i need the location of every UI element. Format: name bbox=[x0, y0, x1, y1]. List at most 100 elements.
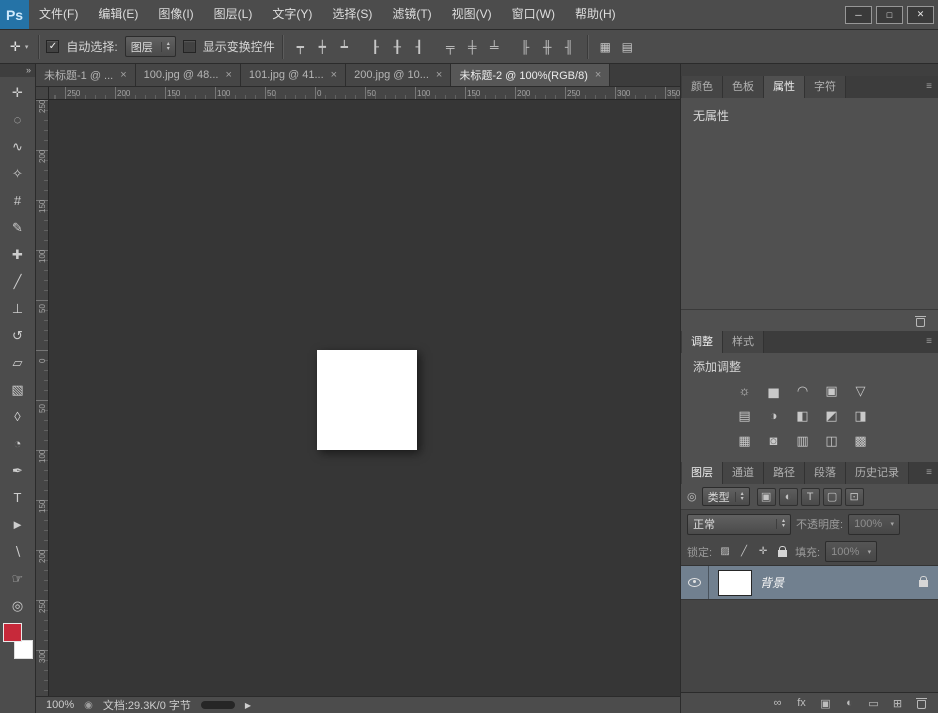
restore-button[interactable]: □ bbox=[876, 6, 903, 24]
fill-dropdown[interactable]: 100% ▾ bbox=[825, 541, 877, 562]
clone-stamp-tool[interactable]: ⊥ bbox=[1, 295, 35, 322]
adjustment-threshold-icon[interactable]: ◫ bbox=[820, 429, 844, 452]
lasso-tool[interactable]: ∿ bbox=[1, 133, 35, 160]
menubar-item-layer[interactable]: 图层(L) bbox=[204, 0, 263, 29]
menubar-item-window[interactable]: 窗口(W) bbox=[502, 0, 565, 29]
zoom-tool[interactable]: ◎ bbox=[1, 592, 35, 619]
magic-wand-tool[interactable]: ✧ bbox=[1, 160, 35, 187]
panel-tab-adjustments[interactable]: 调整 bbox=[682, 331, 723, 353]
distribute-horizontal-centers-icon[interactable]: ╫ bbox=[537, 37, 558, 57]
filter-adjustment-layers-icon[interactable]: ◐ bbox=[779, 488, 798, 506]
lock-image-pixels-icon[interactable]: ╱ bbox=[736, 544, 752, 560]
tab-close-icon[interactable]: × bbox=[120, 69, 126, 81]
gradient-tool[interactable]: ▧ bbox=[1, 376, 35, 403]
dodge-tool[interactable]: ◔ bbox=[1, 430, 35, 457]
close-button[interactable]: ✕ bbox=[907, 6, 934, 24]
adjustment-levels-icon[interactable]: ▅ bbox=[762, 379, 786, 402]
filter-smart-objects-icon[interactable]: ⊡ bbox=[845, 488, 864, 506]
ruler-corner[interactable] bbox=[36, 87, 49, 100]
panel-tab-styles[interactable]: 样式 bbox=[723, 331, 764, 353]
filter-type-layers-icon[interactable]: T bbox=[801, 488, 820, 506]
align-horizontal-centers-icon[interactable]: ╂ bbox=[387, 37, 408, 57]
background-color-swatch[interactable] bbox=[14, 640, 33, 659]
adjustment-gradient-map-icon[interactable]: ▩ bbox=[849, 429, 873, 452]
filter-pixel-layers-icon[interactable]: ▣ bbox=[757, 488, 776, 506]
auto-align-layers-icon[interactable]: ▦ bbox=[595, 37, 616, 57]
align-right-edges-icon[interactable]: ┨ bbox=[409, 37, 430, 57]
layer-thumbnail[interactable] bbox=[718, 570, 752, 596]
adjustment-color-lookup-icon[interactable]: ▦ bbox=[733, 429, 757, 452]
menubar-item-view[interactable]: 视图(V) bbox=[442, 0, 502, 29]
lock-transparent-pixels-icon[interactable]: ▨ bbox=[717, 544, 733, 560]
distribute-bottom-edges-icon[interactable]: ╧ bbox=[484, 37, 505, 57]
filter-shape-layers-icon[interactable]: ▢ bbox=[823, 488, 842, 506]
panel-menu-icon[interactable]: ≡ bbox=[920, 462, 938, 484]
zoom-level[interactable]: 100% bbox=[46, 699, 74, 711]
new-group-icon[interactable]: ▭ bbox=[867, 697, 880, 710]
canvas-area[interactable]: 25020015010050050100150200250300350 2502… bbox=[36, 87, 680, 696]
vertical-ruler[interactable]: 25020015010050050100150200250300 bbox=[36, 100, 49, 696]
menubar-item-help[interactable]: 帮助(H) bbox=[565, 0, 626, 29]
eraser-tool[interactable]: ▱ bbox=[1, 349, 35, 376]
auto-select-target-dropdown[interactable]: 图层 ▴▾ bbox=[125, 36, 176, 57]
status-flyout-icon[interactable]: ▶ bbox=[245, 701, 251, 710]
lock-all-icon[interactable] bbox=[774, 544, 790, 560]
tab-close-icon[interactable]: × bbox=[436, 69, 442, 81]
menubar-item-select[interactable]: 选择(S) bbox=[322, 0, 382, 29]
menubar-item-file[interactable]: 文件(F) bbox=[29, 0, 88, 29]
layer-style-icon[interactable]: fx bbox=[795, 697, 808, 709]
blur-tool[interactable]: ◊ bbox=[1, 403, 35, 430]
panel-tab-color[interactable]: 颜色 bbox=[682, 76, 723, 98]
hand-tool[interactable]: ☞ bbox=[1, 565, 35, 592]
adjustment-vibrance-icon[interactable]: ▽ bbox=[849, 379, 873, 402]
document-canvas[interactable] bbox=[317, 350, 417, 450]
brush-tool[interactable]: ╱ bbox=[1, 268, 35, 295]
menubar-item-type[interactable]: 文字(Y) bbox=[262, 0, 322, 29]
menubar-item-image[interactable]: 图像(I) bbox=[148, 0, 203, 29]
filter-type-dropdown[interactable]: 类型 ▴▾ bbox=[702, 487, 750, 506]
foreground-color-swatch[interactable] bbox=[3, 623, 22, 642]
adjustment-black-white-icon[interactable]: ◧ bbox=[791, 404, 815, 427]
layer-visibility-toggle[interactable] bbox=[681, 566, 709, 599]
line-tool[interactable]: ∖ bbox=[1, 538, 35, 565]
panel-tab-properties[interactable]: 属性 bbox=[764, 76, 805, 98]
menubar-item-edit[interactable]: 编辑(E) bbox=[88, 0, 148, 29]
type-tool[interactable]: T bbox=[1, 484, 35, 511]
move-tool[interactable]: ✛ bbox=[1, 79, 35, 106]
adjustment-channel-mixer-icon[interactable]: ◨ bbox=[849, 404, 873, 427]
panel-menu-icon[interactable]: ≡ bbox=[920, 331, 938, 353]
add-layer-mask-icon[interactable]: ▣ bbox=[819, 697, 832, 710]
document-tab-4[interactable]: 200.jpg @ 10...× bbox=[346, 64, 451, 86]
panel-tab-channels[interactable]: 通道 bbox=[723, 462, 764, 484]
panel-tab-paragraph[interactable]: 段落 bbox=[805, 462, 846, 484]
document-tab-1[interactable]: 未标题-1 @ ...× bbox=[36, 64, 136, 86]
lock-position-icon[interactable]: ✛ bbox=[755, 544, 771, 560]
show-transform-checkbox[interactable] bbox=[183, 40, 196, 53]
elliptical-marquee-tool[interactable]: ◌ bbox=[1, 106, 35, 133]
document-tab-5[interactable]: 未标题-2 @ 100%(RGB/8)× bbox=[451, 64, 610, 86]
document-tab-2[interactable]: 100.jpg @ 48...× bbox=[136, 64, 241, 86]
adjustment-photo-filter-icon[interactable]: ◩ bbox=[820, 404, 844, 427]
crop-tool[interactable]: # bbox=[1, 187, 35, 214]
distribute-left-edges-icon[interactable]: ╟ bbox=[515, 37, 536, 57]
panel-menu-icon[interactable]: ≡ bbox=[920, 76, 938, 98]
panel-tab-paths[interactable]: 路径 bbox=[764, 462, 805, 484]
new-layer-icon[interactable]: ⊞ bbox=[891, 697, 904, 710]
eyedropper-tool[interactable]: ✎ bbox=[1, 214, 35, 241]
distribute-right-edges-icon[interactable]: ╢ bbox=[559, 37, 580, 57]
adjustment-exposure-icon[interactable]: ▣ bbox=[820, 379, 844, 402]
collapse-tools-icon[interactable]: » bbox=[0, 64, 35, 77]
tool-preset-picker[interactable]: ✛ ▾ bbox=[7, 37, 31, 57]
menubar-item-filter[interactable]: 滤镜(T) bbox=[382, 0, 441, 29]
minimize-button[interactable]: ─ bbox=[845, 6, 872, 24]
delete-icon[interactable] bbox=[915, 315, 926, 327]
adjustment-hue-saturation-icon[interactable]: ▤ bbox=[733, 404, 757, 427]
panel-tab-swatches[interactable]: 色板 bbox=[723, 76, 764, 98]
new-adjustment-layer-icon[interactable]: ◐ bbox=[843, 697, 856, 709]
horizontal-ruler[interactable]: 25020015010050050100150200250300350 bbox=[49, 87, 680, 100]
adjustment-color-balance-icon[interactable]: ◑ bbox=[762, 404, 786, 427]
tab-close-icon[interactable]: × bbox=[225, 69, 231, 81]
pen-tool[interactable]: ✒ bbox=[1, 457, 35, 484]
opacity-dropdown[interactable]: 100% ▾ bbox=[848, 514, 900, 535]
panel-tab-character[interactable]: 字符 bbox=[805, 76, 846, 98]
